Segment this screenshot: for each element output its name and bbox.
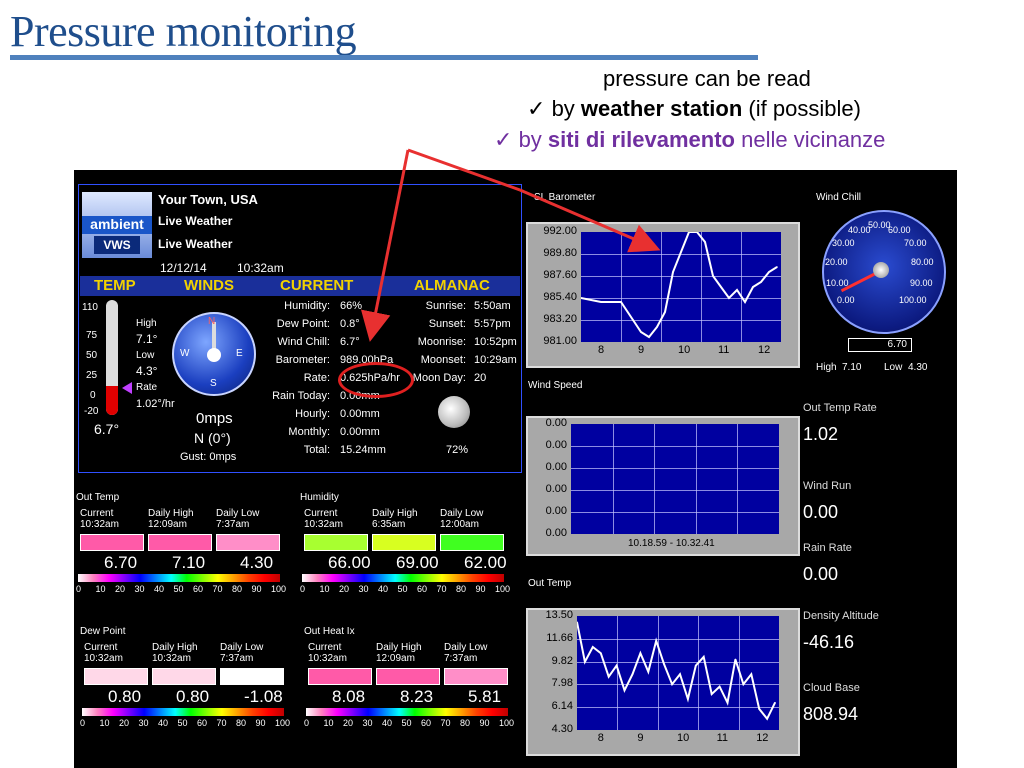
arrow-to-barometer bbox=[360, 149, 410, 342]
arrow-to-chart bbox=[519, 188, 661, 253]
arrow-line bbox=[407, 148, 521, 192]
annotation-arrows bbox=[360, 148, 661, 342]
